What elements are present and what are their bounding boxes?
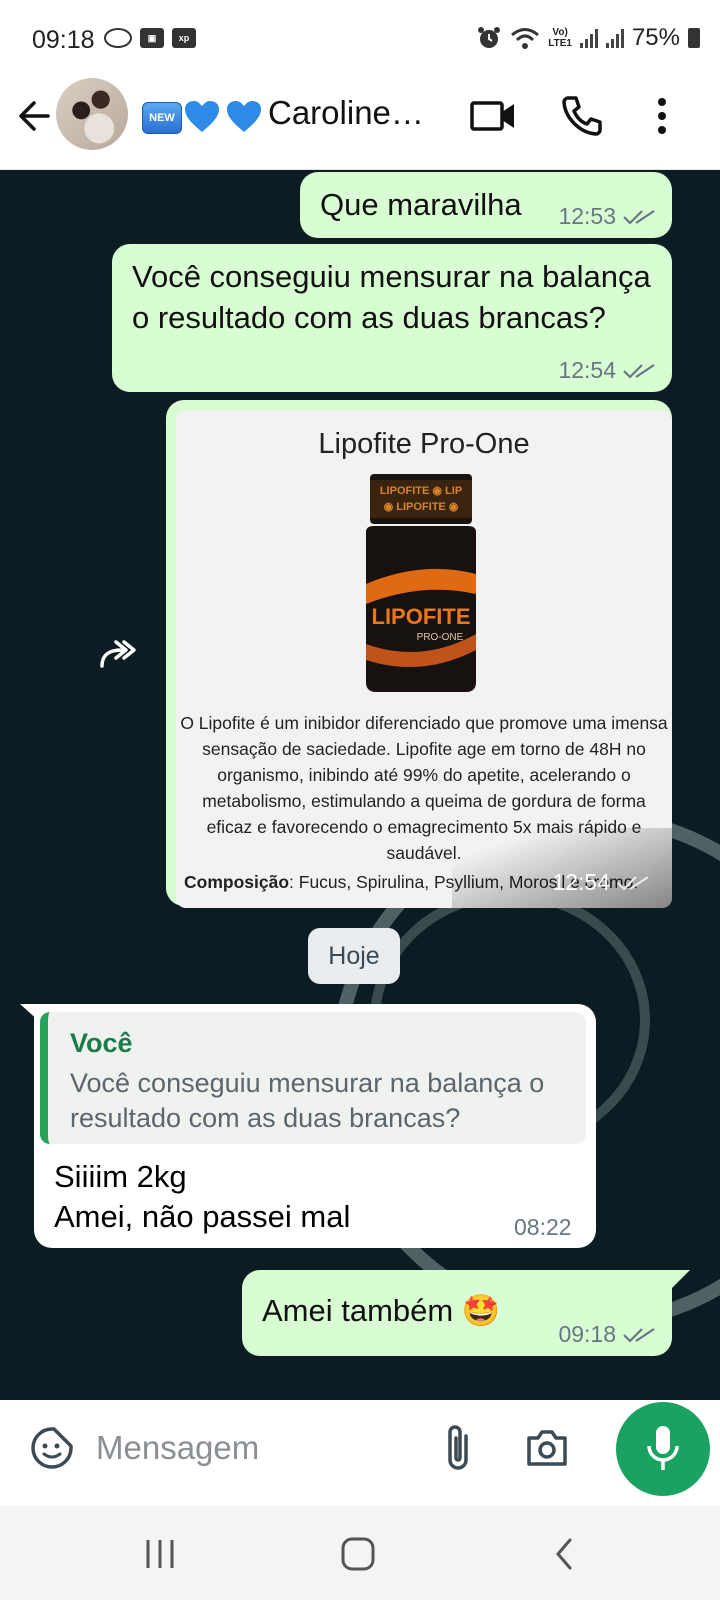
more-vert-icon[interactable] (634, 88, 690, 144)
signal-icon (579, 28, 598, 48)
bubble-tail (20, 1004, 40, 1022)
svg-text:◉ LIPOFITE ◉: ◉ LIPOFITE ◉ (384, 501, 459, 513)
eye-comfort-icon (104, 28, 132, 48)
product-title: Lipofite Pro-One (318, 428, 530, 460)
home-icon[interactable] (338, 1534, 378, 1574)
status-indicators: ▣ xp (104, 28, 196, 48)
read-ticks-icon (623, 363, 655, 379)
sticker-icon[interactable] (30, 1426, 74, 1470)
mic-icon (647, 1426, 679, 1470)
image-time-overlay (452, 828, 672, 908)
message-time: 12:54 (558, 357, 616, 383)
back-icon[interactable] (546, 1534, 586, 1574)
system-nav-bar (0, 1506, 720, 1600)
video-call-icon[interactable] (466, 88, 522, 144)
chat-header: NEW Caroline… (0, 72, 720, 170)
message-text: Siiiim 2kg (54, 1159, 187, 1194)
recent-apps-icon[interactable] (140, 1534, 180, 1574)
read-ticks-icon (623, 1327, 655, 1343)
svg-text:LIPOFITE: LIPOFITE (372, 604, 471, 629)
wifi-icon (511, 28, 540, 49)
chat-area[interactable]: Que maravilha 12:53 Você conseguiu mensu… (0, 170, 720, 1400)
quoted-message[interactable]: Você Você conseguiu mensurar na balança … (40, 1012, 586, 1144)
phone-icon[interactable] (554, 88, 610, 144)
volte-icon: Vo) LTE1 (548, 27, 572, 49)
bubble-tail (672, 1270, 690, 1288)
message-composer (10, 1402, 596, 1494)
signal-icon (605, 28, 624, 48)
message-meta: 12:54 (552, 869, 650, 896)
status-time: 09:18 (32, 26, 95, 54)
back-arrow-icon[interactable] (14, 94, 54, 138)
message-text: Amei também 🤩 (262, 1293, 501, 1328)
message-meta: 08:22 (514, 1214, 572, 1241)
message-text: Amei, não passei mal (54, 1199, 351, 1234)
message-time: 12:53 (558, 203, 616, 229)
contact-name[interactable]: Caroline… (268, 94, 424, 132)
new-badge-icon: NEW (142, 102, 182, 134)
svg-text:PRO-ONE: PRO-ONE (417, 632, 464, 643)
message-meta: 12:53 (558, 203, 656, 230)
message-bubble-outgoing[interactable]: Que maravilha 12:53 (300, 172, 672, 238)
camera-icon[interactable] (524, 1424, 570, 1470)
status-bar: 09:18 ▣ xp Vo) LTE1 75% (0, 0, 720, 72)
message-time: 08:22 (514, 1214, 572, 1240)
product-image[interactable]: Lipofite Pro-One LIPOFITE ◉ LIP ◉ LIPOFI… (176, 410, 672, 908)
message-text: Que maravilha (320, 187, 522, 222)
date-separator: Hoje (308, 928, 400, 984)
quote-author: Você (70, 1028, 133, 1058)
blue-heart-icon (185, 101, 219, 132)
app-notification-icon: ▣ (140, 28, 164, 48)
read-ticks-icon (623, 209, 655, 225)
message-bubble-outgoing[interactable]: Você conseguiu mensurar na balança o res… (112, 244, 672, 392)
xp-icon: xp (172, 28, 196, 48)
message-text: Você conseguiu mensurar na balança o res… (132, 259, 651, 335)
message-meta: 12:54 (558, 357, 656, 384)
read-ticks-icon (617, 875, 649, 891)
quote-text: Você conseguiu mensurar na balança o res… (70, 1068, 545, 1133)
battery-icon (688, 28, 700, 48)
forward-icon[interactable] (98, 636, 142, 672)
status-right: Vo) LTE1 75% (476, 24, 700, 52)
mic-button[interactable] (616, 1402, 710, 1496)
product-jar-image: LIPOFITE ◉ LIP ◉ LIPOFITE ◉ LIPOFITE PRO… (366, 474, 476, 692)
message-time: 12:54 (552, 869, 610, 895)
message-input[interactable] (96, 1422, 416, 1474)
alarm-icon (478, 27, 501, 48)
message-bubble-outgoing[interactable]: Amei também 🤩 09:18 (242, 1270, 672, 1356)
attach-icon[interactable] (440, 1422, 480, 1474)
message-meta: 09:18 (558, 1321, 656, 1348)
battery-percent: 75% (631, 24, 680, 51)
svg-text:LIPOFITE ◉ LIP: LIPOFITE ◉ LIP (380, 485, 462, 497)
avatar[interactable] (56, 78, 128, 150)
message-time: 09:18 (558, 1321, 616, 1347)
blue-heart-icon (227, 101, 261, 132)
